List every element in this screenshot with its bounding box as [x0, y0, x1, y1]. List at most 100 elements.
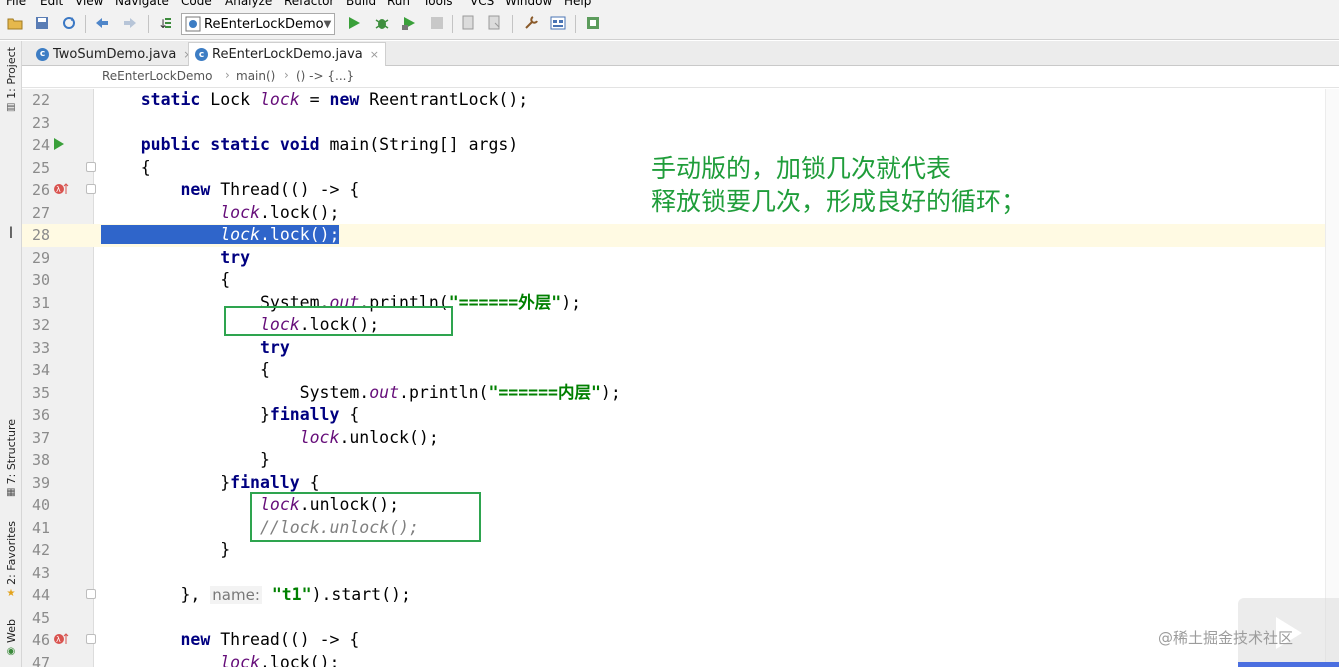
- line-number: 41: [31, 518, 50, 537]
- code-line[interactable]: 40 lock.unlock();: [22, 494, 1339, 517]
- code-token: lock: [220, 652, 260, 667]
- structure-icon: ▦: [6, 487, 16, 499]
- code-line[interactable]: 43: [22, 562, 1339, 585]
- code-line[interactable]: 30 {: [22, 269, 1339, 292]
- code-line[interactable]: 34 {: [22, 359, 1339, 382]
- code-token: finally: [269, 405, 340, 424]
- menu-window[interactable]: Window: [505, 0, 552, 8]
- code-line[interactable]: 37 lock.unlock();: [22, 427, 1339, 450]
- toolbar-separator: [512, 15, 513, 33]
- project-structure-icon[interactable]: [549, 14, 567, 32]
- chevron-down-icon: ▼: [323, 18, 332, 30]
- fold-marker-icon[interactable]: [86, 184, 96, 194]
- code-line[interactable]: 38 }: [22, 449, 1339, 472]
- code-line[interactable]: 22 static Lock lock = new ReentrantLock(…: [22, 89, 1339, 112]
- settings-wrench-icon[interactable]: [522, 14, 540, 32]
- menu-refactor[interactable]: Refactor: [284, 0, 334, 8]
- code-token: new: [329, 90, 360, 109]
- menu-view[interactable]: View: [75, 0, 103, 8]
- menu-file[interactable]: File: [6, 0, 26, 8]
- code-content: lock.lock();: [101, 653, 339, 667]
- code-line[interactable]: 41 //lock.unlock();: [22, 517, 1339, 540]
- menu-help[interactable]: Help: [564, 0, 591, 8]
- code-text: lock.lock();: [101, 203, 339, 223]
- tab-reenter-lock-demo[interactable]: c ReEnterLockDemo.java ×: [188, 42, 386, 66]
- build-icon[interactable]: ↓: [156, 14, 174, 32]
- line-number: 29: [31, 248, 50, 267]
- text-cursor-icon: I: [8, 223, 14, 242]
- fold-marker-icon[interactable]: [86, 589, 96, 599]
- lambda-override-icon[interactable]: λ: [53, 182, 69, 199]
- code-token: lock: [220, 225, 260, 244]
- code-line[interactable]: 29 try: [22, 247, 1339, 270]
- code-line[interactable]: 32 lock.lock();: [22, 314, 1339, 337]
- vcs-update-icon[interactable]: [460, 14, 478, 32]
- code-line[interactable]: 35 System.out.println("======内层");: [22, 382, 1339, 405]
- line-number: 39: [31, 473, 50, 492]
- code-token: lock: [299, 427, 340, 447]
- tab-two-sum-demo[interactable]: c TwoSumDemo.java ×: [30, 42, 200, 66]
- web-tool-tab[interactable]: Web ◉: [2, 619, 20, 657]
- code-line[interactable]: 45: [22, 607, 1339, 630]
- code-line[interactable]: 28 lock.lock();: [22, 224, 1339, 247]
- menu-edit[interactable]: Edit: [40, 0, 63, 8]
- debug-icon[interactable]: [373, 14, 391, 32]
- code-text: {: [101, 360, 270, 380]
- project-tool-tab-label: 1: Project: [4, 47, 18, 99]
- menu-analyze[interactable]: Analyze: [225, 0, 272, 8]
- code-line[interactable]: 46 λ new Thread(() -> {: [22, 629, 1339, 652]
- breadcrumb-lambda[interactable]: () -> {...}: [296, 69, 354, 83]
- code-text: public static void main(String[] args): [101, 135, 519, 155]
- sync-icon[interactable]: [60, 14, 78, 32]
- line-number: 42: [31, 541, 50, 559]
- line-number: 32: [31, 316, 50, 334]
- menu-vcs[interactable]: VCS: [470, 0, 494, 8]
- run-with-coverage-icon[interactable]: [400, 14, 418, 32]
- breadcrumb-method[interactable]: main(): [236, 69, 275, 83]
- menu-tools[interactable]: Tools: [423, 0, 453, 8]
- back-arrow-icon[interactable]: [93, 14, 111, 32]
- breadcrumb-separator-icon: ›: [225, 68, 230, 82]
- code-line[interactable]: 31 System.out.println("======外层");: [22, 292, 1339, 315]
- breadcrumb-class[interactable]: ReEnterLockDemo: [102, 69, 212, 83]
- vcs-commit-icon[interactable]: [486, 14, 504, 32]
- menu-run[interactable]: Run: [387, 0, 410, 8]
- forward-arrow-icon[interactable]: [121, 14, 139, 32]
- code-text: {: [101, 158, 151, 178]
- sdk-manager-icon[interactable]: [584, 14, 602, 32]
- close-icon[interactable]: ×: [370, 48, 379, 61]
- code-line[interactable]: 44 }, name: "t1").start();: [22, 584, 1339, 607]
- run-configuration-select[interactable]: ReEnterLockDemo ▼: [181, 13, 335, 35]
- line-number: 33: [31, 338, 50, 357]
- code-text: new Thread(() -> {: [101, 180, 359, 200]
- run-gutter-icon[interactable]: [53, 137, 65, 154]
- code-line[interactable]: 47 lock.lock();: [22, 652, 1339, 667]
- code-content: }: [101, 450, 270, 469]
- menu-build[interactable]: Build: [346, 0, 376, 8]
- code-text: }finally {: [101, 405, 359, 425]
- code-token: new: [180, 180, 211, 199]
- run-icon[interactable]: [345, 14, 363, 32]
- project-tool-tab[interactable]: 1: Project ▤: [2, 47, 20, 113]
- menu-navigate[interactable]: Navigate: [115, 0, 169, 8]
- code-line[interactable]: 23: [22, 112, 1339, 135]
- fold-marker-icon[interactable]: [86, 161, 96, 172]
- favorites-tool-tab[interactable]: 2: Favorites ★: [2, 521, 20, 599]
- editor-scrollbar[interactable]: [1325, 89, 1339, 667]
- stop-icon[interactable]: [428, 14, 446, 32]
- structure-tool-tab[interactable]: 7: Structure ▦: [2, 419, 20, 498]
- fold-marker-icon[interactable]: [86, 634, 96, 644]
- code-line[interactable]: 39 }finally {: [22, 472, 1339, 495]
- code-line[interactable]: 42 }: [22, 539, 1339, 562]
- code-line[interactable]: 33 try: [22, 337, 1339, 360]
- save-icon[interactable]: [33, 14, 51, 32]
- code-token: {: [339, 405, 360, 424]
- code-token: Thread(() -> {: [210, 180, 360, 199]
- code-line[interactable]: 36 }finally {: [22, 404, 1339, 427]
- open-folder-icon[interactable]: [6, 14, 24, 32]
- lambda-override-icon[interactable]: λ: [53, 632, 69, 649]
- menu-code[interactable]: Code: [181, 0, 212, 8]
